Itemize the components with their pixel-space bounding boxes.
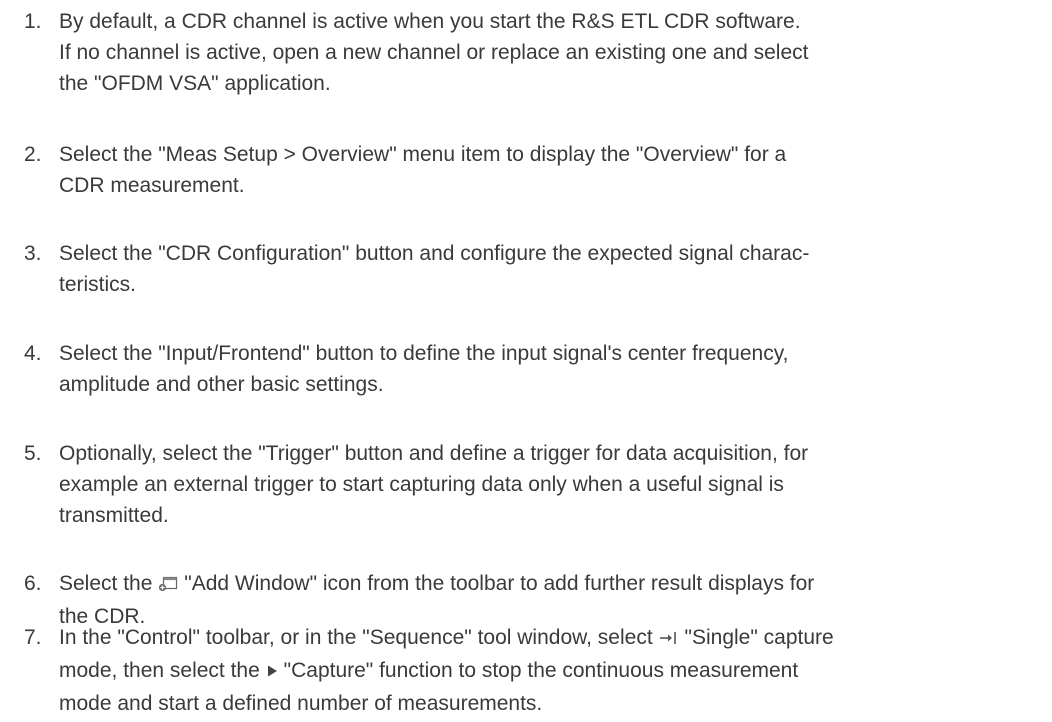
step-text: Select the "Input/Frontend" button to de… — [59, 338, 1049, 400]
step-text: Optionally, select the "Trigger" button … — [59, 438, 1049, 531]
step-number: 3. — [24, 242, 42, 265]
step-line: In the "Control" toolbar, or in the "Seq… — [59, 622, 1049, 655]
capture-play-icon — [266, 657, 278, 688]
step-line: Select the "Input/Frontend" button to de… — [59, 342, 789, 365]
step-number: 7. — [24, 626, 42, 649]
step-line-segment: In the "Control" toolbar, or in the "Seq… — [59, 626, 653, 649]
step-line-segment: "Add Window" icon from the toolbar to ad… — [184, 572, 815, 595]
step-line-segment: Select the — [59, 572, 153, 595]
step-line: Select the "Meas Setup > Overview" menu … — [59, 143, 787, 166]
step-line: mode, then select the "Capture" function… — [59, 655, 1049, 688]
step-line: Select the "Add Window" icon from the to… — [59, 568, 1049, 601]
step-number: 5. — [24, 442, 42, 465]
step-line: the "OFDM VSA" application. — [59, 72, 331, 95]
step-text: Select the "Meas Setup > Overview" menu … — [59, 139, 1049, 201]
step-line-segment: mode, then select the — [59, 659, 260, 682]
step-line: mode and start a defined number of measu… — [59, 692, 543, 715]
step-line: By default, a CDR channel is active when… — [59, 10, 801, 33]
step-number: 2. — [24, 143, 42, 166]
step-number: 6. — [24, 572, 42, 595]
step-line: amplitude and other basic settings. — [59, 373, 384, 396]
step-line: Select the "CDR Configuration" button an… — [59, 242, 810, 265]
step-line: CDR measurement. — [59, 174, 245, 197]
single-capture-icon — [659, 624, 679, 655]
step-line-segment: "Single" capture — [684, 626, 834, 649]
step-text: By default, a CDR channel is active when… — [59, 6, 1049, 99]
step-number: 4. — [24, 342, 42, 365]
add-window-icon — [158, 570, 178, 601]
step-line: example an external trigger to start cap… — [59, 473, 784, 496]
step-number: 1. — [24, 10, 42, 33]
step-line: If no channel is active, open a new chan… — [59, 41, 809, 64]
step-line-segment: "Capture" function to stop the continuou… — [283, 659, 799, 682]
step-text: In the "Control" toolbar, or in the "Seq… — [59, 622, 1049, 719]
step-line: teristics. — [59, 273, 137, 296]
step-line: Optionally, select the "Trigger" button … — [59, 442, 809, 465]
step-text: Select the "CDR Configuration" button an… — [59, 238, 1049, 300]
step-line: transmitted. — [59, 504, 169, 527]
